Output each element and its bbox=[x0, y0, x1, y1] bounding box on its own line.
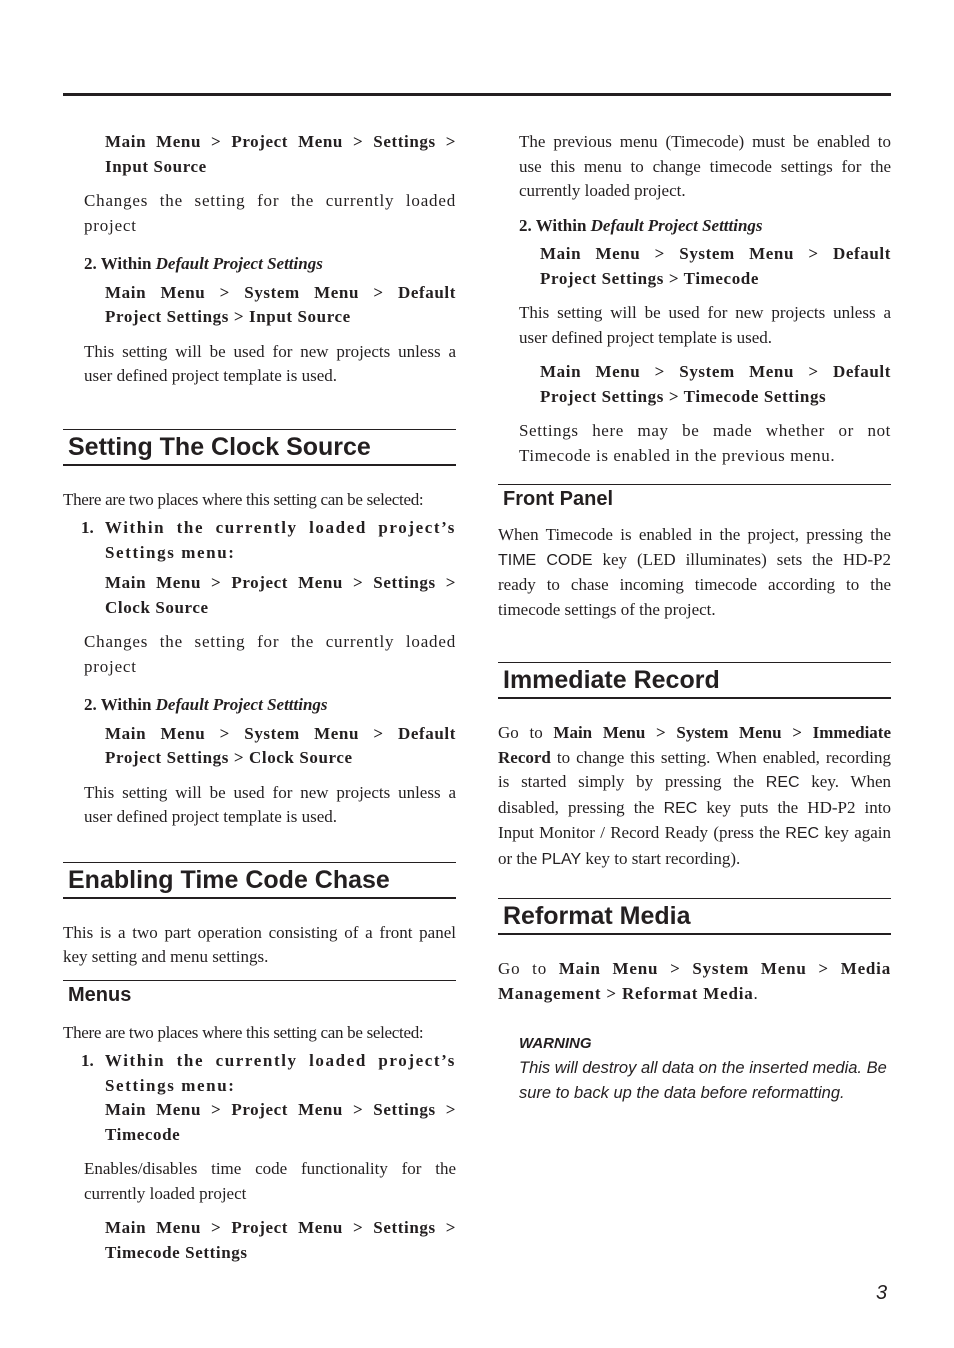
description: Enables/disables time code functionality… bbox=[84, 1159, 456, 1203]
warning-title: WARNING bbox=[519, 1035, 592, 1052]
left-column: Main Menu > Project Menu > Settings > In… bbox=[63, 130, 456, 1265]
sub-heading: 2. Within Default Project Setttings bbox=[519, 215, 763, 235]
reformat-text: Go to Main Menu > System Menu > Media Ma… bbox=[498, 959, 891, 1003]
key-play: PLAY bbox=[541, 850, 582, 868]
menu-path: Main Menu > Project Menu > Settings > In… bbox=[105, 132, 456, 176]
intro-text: There are two places where this setting … bbox=[63, 1022, 424, 1042]
section-heading-immediate-record: Immediate Record bbox=[498, 662, 891, 699]
key-rec: REC bbox=[785, 825, 820, 842]
key-time-code: TIME CODE bbox=[498, 551, 593, 569]
section-heading-reformat-media: Reformat Media bbox=[498, 898, 891, 935]
warning-text: This will destroy all data on the insert… bbox=[519, 1059, 887, 1102]
numbered-item: 1. Within the currently loaded project’s… bbox=[81, 1051, 456, 1095]
menu-path: Main Menu > System Menu > Default Projec… bbox=[105, 723, 456, 768]
front-panel-text: When Timecode is enabled in the project,… bbox=[498, 525, 891, 619]
subsection-heading-front-panel: Front Panel bbox=[498, 484, 891, 513]
section-heading-time-code-chase: Enabling Time Code Chase bbox=[63, 861, 456, 899]
description: Settings here may be made whether or not… bbox=[519, 421, 891, 465]
section-heading-clock-source: Setting The Clock Source bbox=[63, 428, 456, 466]
key-rec: REC bbox=[663, 799, 698, 817]
menu-path: Main Menu > System Menu > Default Projec… bbox=[105, 282, 456, 327]
description: Changes the setting for the currently lo… bbox=[84, 191, 456, 235]
menu-path: Main Menu > Project Menu > Settings > Ti… bbox=[105, 1100, 456, 1144]
sub-heading: 2. Within Default Project Settings bbox=[84, 254, 323, 273]
numbered-item: 1. Within the currently loaded project’s… bbox=[81, 518, 456, 562]
description: This setting will be used for new projec… bbox=[84, 341, 456, 386]
menu-path: Main Menu > System Menu > Default Projec… bbox=[540, 244, 891, 288]
intro-text: This is a two part operation consisting … bbox=[63, 922, 456, 967]
subsection-heading-menus: Menus bbox=[63, 979, 456, 1009]
description: This setting will be used for new projec… bbox=[519, 303, 891, 347]
key-rec: REC bbox=[765, 774, 800, 791]
page-number: 3 bbox=[876, 1282, 888, 1304]
sub-heading: 2. Within Default Project Setttings bbox=[84, 695, 328, 714]
menu-path: Main Menu > System Menu > Default Projec… bbox=[540, 362, 891, 406]
immediate-record-text: Go to Main Menu > System Menu > Immediat… bbox=[498, 723, 892, 868]
description: Changes the setting for the currently lo… bbox=[84, 632, 456, 676]
menu-path: Main Menu > Project Menu > Settings > Ti… bbox=[105, 1218, 456, 1262]
right-column: The previous menu (Timecode) must be ena… bbox=[498, 130, 891, 1105]
intro-text: There are two places where this setting … bbox=[63, 489, 424, 509]
description: This setting will be used for new projec… bbox=[84, 782, 456, 827]
description: The previous menu (Timecode) must be ena… bbox=[519, 132, 891, 200]
menu-path: Main Menu > Project Menu > Settings > Cl… bbox=[105, 573, 456, 617]
header-rule bbox=[63, 93, 891, 96]
